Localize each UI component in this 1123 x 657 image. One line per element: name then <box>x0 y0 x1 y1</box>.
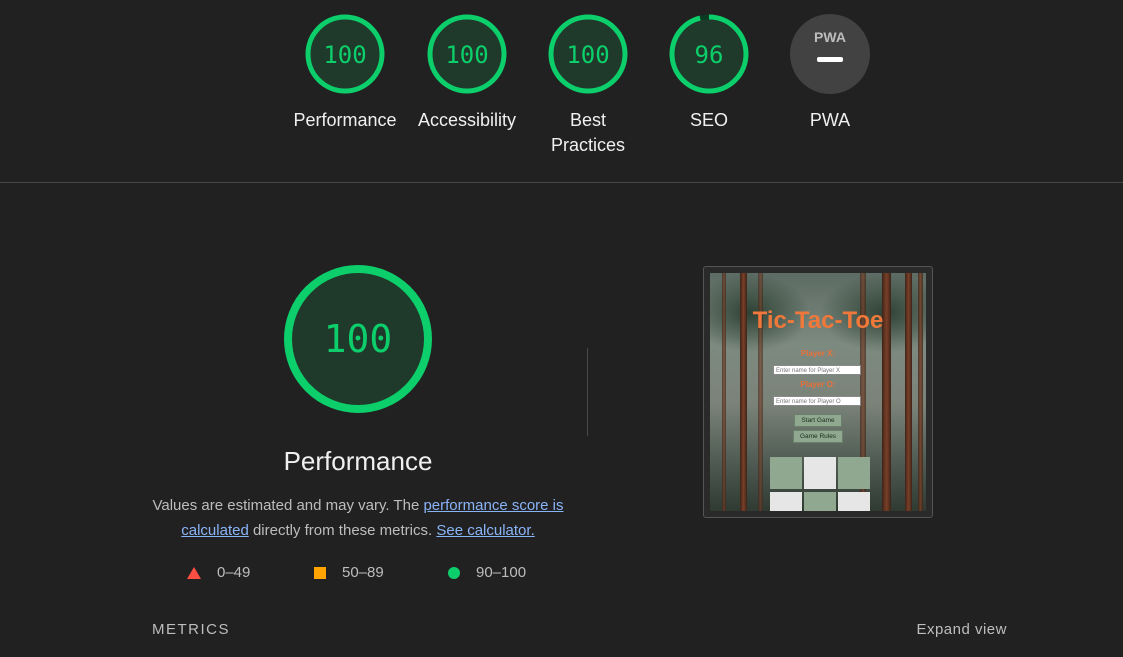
ttt-start-button: Start Game <box>794 414 842 427</box>
main-performance-gauge: 100 <box>284 265 432 413</box>
ttt-rules-button: Game Rules <box>793 430 843 443</box>
ttt-cell <box>770 492 802 511</box>
gauge-ring: 100 <box>548 14 628 94</box>
section-divider <box>0 182 1123 183</box>
ttt-cell <box>770 457 802 489</box>
legend-average-label: 50–89 <box>342 564 384 581</box>
gauge-label: SEO <box>689 110 728 130</box>
gauge-score: 96 <box>695 41 724 69</box>
triangle-icon <box>187 566 201 579</box>
ttt-player-o-input: Enter name for Player O <box>773 396 861 406</box>
square-icon <box>314 566 326 579</box>
performance-description: Values are estimated and may vary. The p… <box>150 493 566 543</box>
gauge-score: 100 <box>445 41 488 69</box>
ttt-cell <box>838 457 870 489</box>
gauge-accessibility[interactable]: 100 Accessibility <box>405 14 529 133</box>
gauge-ring: 100 <box>427 14 507 94</box>
gauge-label: Accessibility <box>417 110 517 130</box>
legend-pass-label: 90–100 <box>476 564 527 581</box>
desc-text-1: Values are estimated and may vary. The <box>152 497 424 514</box>
gauge-seo[interactable]: 96 SEO <box>659 14 759 133</box>
final-screenshot[interactable]: Tic-Tac-Toe Player X: Enter name for Pla… <box>703 266 933 518</box>
see-calculator-link[interactable]: See calculator. <box>436 522 534 539</box>
gauge-ring: 100 <box>305 14 385 94</box>
gauge-label: PWA <box>809 110 851 130</box>
pwa-badge-icon: PWA <box>790 14 870 94</box>
performance-title: Performance <box>283 446 433 476</box>
legend-fail: 0–49 <box>187 564 250 581</box>
gauge-label: Best Practices <box>550 110 626 155</box>
gauge-score: 100 <box>323 41 366 69</box>
legend-fail-label: 0–49 <box>217 564 251 581</box>
ttt-player-o-label: Player O: <box>800 380 836 389</box>
metrics-heading: METRICS <box>152 621 230 638</box>
legend-pass: 90–100 <box>448 564 526 581</box>
ttt-player-x-label: Player X: <box>800 349 836 358</box>
gauge-performance[interactable]: 100 Performance <box>283 14 407 133</box>
gauge-best-practices[interactable]: 100 Best Practices <box>538 14 638 158</box>
legend-average: 50–89 <box>314 564 384 581</box>
desc-text-2: directly from these metrics. <box>248 522 437 539</box>
ttt-player-x-input: Enter name for Player X <box>773 365 861 375</box>
gauge-label: Performance <box>293 110 397 130</box>
main-score: 100 <box>324 317 393 361</box>
ttt-cell <box>804 457 836 489</box>
screenshot-image: Tic-Tac-Toe Player X: Enter name for Pla… <box>710 273 926 511</box>
gauge-score: 100 <box>566 41 609 69</box>
ttt-title: Tic-Tac-Toe <box>752 307 884 334</box>
circle-icon <box>448 566 460 579</box>
expand-view-toggle[interactable]: Expand view <box>916 621 1007 638</box>
gauge-pwa[interactable]: PWA PWA <box>780 14 880 133</box>
vertical-divider <box>587 348 588 436</box>
ttt-cell <box>838 492 870 511</box>
score-legend: 0–49 50–89 90–100 <box>0 564 1123 584</box>
pwa-badge-text: PWA <box>814 29 846 45</box>
ttt-cell <box>804 492 836 511</box>
gauge-ring: 96 <box>669 14 749 94</box>
